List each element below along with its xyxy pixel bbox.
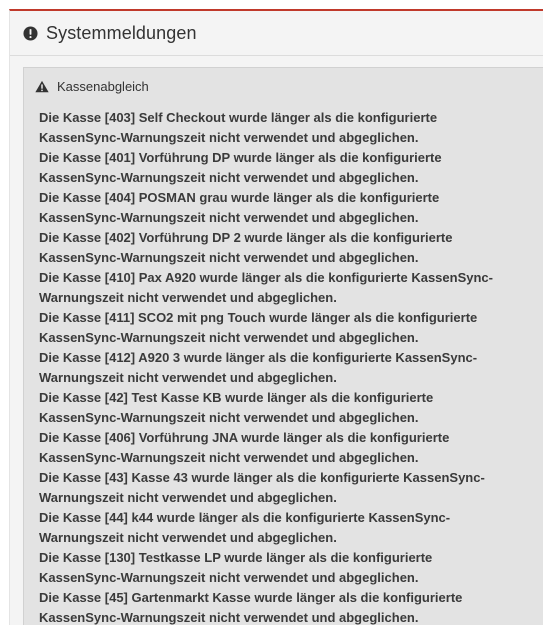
warning-triangle-icon (35, 80, 49, 93)
message-item: Die Kasse [42] Test Kasse KB wurde länge… (39, 390, 434, 425)
message-item: Die Kasse [130] Testkasse LP wurde länge… (39, 550, 433, 585)
message-list: Die Kasse [403] Self Checkout wurde läng… (35, 108, 543, 625)
message-item: Die Kasse [411] SCO2 mit png Touch wurde… (39, 310, 478, 345)
message-item: Die Kasse [406] Vorführung JNA wurde län… (39, 430, 450, 465)
alert-title: Kassenabgleich (57, 78, 149, 94)
page: Systemmeldungen Kassenabgleich Die Kasse… (0, 0, 543, 625)
panel-title: Systemmeldungen (46, 22, 197, 43)
cash-register-sync-alert: Kassenabgleich Die Kasse [403] Self Chec… (23, 67, 543, 625)
message-item: Die Kasse [410] Pax A920 wurde länger al… (39, 270, 493, 305)
panel-header: Systemmeldungen (10, 11, 543, 56)
message-item: Die Kasse [404] POSMAN grau wurde länger… (39, 190, 440, 225)
message-item: Die Kasse [412] A920 3 wurde länger als … (39, 350, 478, 385)
system-messages-panel: Systemmeldungen Kassenabgleich Die Kasse… (9, 9, 543, 625)
message-item: Die Kasse [45] Gartenmarkt Kasse wurde l… (39, 590, 463, 625)
message-item: Die Kasse [44] k44 wurde länger als die … (39, 510, 451, 545)
message-item: Die Kasse [403] Self Checkout wurde läng… (39, 110, 438, 145)
exclamation-circle-icon (23, 25, 38, 41)
message-item: Die Kasse [43] Kasse 43 wurde länger als… (39, 470, 485, 505)
message-item: Die Kasse [402] Vorführung DP 2 wurde lä… (39, 230, 453, 265)
alert-header: Kassenabgleich (35, 78, 543, 94)
message-item: Die Kasse [401] Vorführung DP wurde läng… (39, 150, 442, 185)
